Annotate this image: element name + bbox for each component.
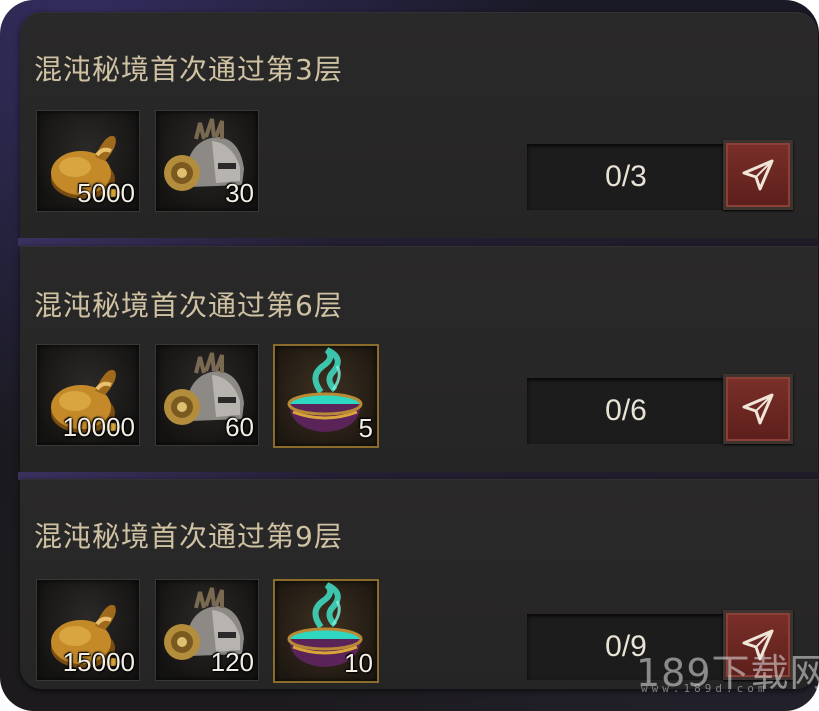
- reward-slot-helmet[interactable]: 30: [155, 110, 259, 212]
- reward-quantity: 60: [225, 412, 254, 442]
- reward-slot-helmet[interactable]: 120: [155, 579, 259, 681]
- send-arrow-icon: [742, 159, 774, 191]
- reward-slot-gold[interactable]: 5000: [36, 110, 140, 212]
- reward-quantity: 15000: [62, 647, 135, 677]
- reward-quantity: 5: [358, 413, 373, 443]
- task-title: 混沌秘境首次通过第9层: [34, 520, 343, 553]
- task-title: 混沌秘境首次通过第6层: [34, 289, 343, 322]
- reward-slot-gold[interactable]: 15000: [36, 579, 140, 681]
- progress-display: 0/3: [527, 144, 725, 210]
- reward-quantity: 5000: [77, 178, 135, 208]
- reward-quantity: 10000: [62, 412, 135, 442]
- go-button[interactable]: [723, 140, 793, 210]
- send-arrow-icon: [742, 393, 774, 425]
- go-button[interactable]: [723, 374, 793, 444]
- progress-count: 0/3: [605, 160, 647, 193]
- task-list-window: 混沌秘境首次通过第3层 5000 30 0/3 混沌秘境首次通过第6层 1000…: [0, 0, 819, 711]
- row-divider: [18, 238, 818, 246]
- reward-slot-cauldron[interactable]: 10: [273, 579, 379, 683]
- progress-display: 0/6: [527, 378, 725, 444]
- task-title: 混沌秘境首次通过第3层: [34, 53, 343, 86]
- reward-slot-cauldron[interactable]: 5: [273, 344, 379, 448]
- reward-slot-helmet[interactable]: 60: [155, 344, 259, 446]
- reward-slot-gold[interactable]: 10000: [36, 344, 140, 446]
- task-row: 混沌秘境首次通过第3层 5000 30 0/3: [20, 12, 818, 238]
- reward-quantity: 10: [344, 648, 373, 678]
- progress-count: 0/6: [605, 394, 647, 427]
- reward-quantity: 120: [210, 647, 254, 677]
- site-watermark-url: www.189d.com: [641, 682, 769, 695]
- task-row: 混沌秘境首次通过第6层 10000 60 5 0/6: [20, 246, 818, 472]
- reward-quantity: 30: [225, 178, 254, 208]
